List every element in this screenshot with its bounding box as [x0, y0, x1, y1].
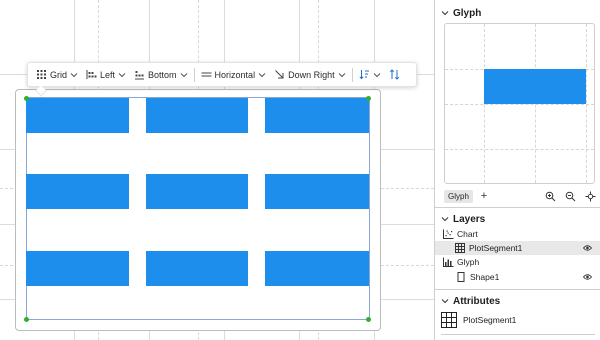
grid-icon: [455, 243, 465, 253]
layers-section-title: Layers: [453, 213, 486, 225]
visibility-eye-icon[interactable]: [583, 273, 592, 281]
resize-handle-bottom-left[interactable]: [24, 317, 29, 322]
move-arrows-icon: [585, 191, 595, 201]
orientation-label: Horizontal: [214, 69, 256, 80]
resize-handle-top-left[interactable]: [24, 96, 29, 101]
grid-bar[interactable]: [146, 174, 248, 209]
chevron-down-icon: [373, 72, 380, 77]
add-glyph-button[interactable]: +: [477, 189, 491, 203]
chevron-down-icon: [441, 11, 449, 16]
grid-bar[interactable]: [265, 98, 369, 133]
chevron-down-icon: [258, 72, 266, 77]
direction-label: Down Right: [288, 69, 335, 80]
chevron-down-icon: [70, 72, 78, 77]
align-bottom-icon: [135, 71, 145, 80]
v-align-label: Bottom: [148, 69, 177, 80]
horizontal-align-dropdown[interactable]: Left: [82, 64, 130, 85]
attributes-section-header[interactable]: Attributes: [435, 292, 500, 310]
reverse-order-button[interactable]: [385, 64, 404, 85]
grid-bar[interactable]: [146, 251, 248, 286]
toolbar-separator: [351, 67, 353, 82]
glyph-tab[interactable]: Glyph: [444, 189, 473, 203]
attributes-section-title: Attributes: [453, 295, 501, 307]
layer-label: Chart: [457, 229, 478, 239]
zoom-in-icon: [545, 191, 555, 201]
chevron-down-icon: [118, 72, 126, 77]
orientation-dropdown[interactable]: Horizontal: [197, 64, 271, 85]
attributes-target: PlotSegment1: [441, 312, 516, 328]
grid-layout-icon: [37, 70, 46, 79]
zoom-out-button[interactable]: [563, 189, 577, 203]
scatter-chart-icon: [443, 229, 454, 239]
glyph-section-title: Glyph: [453, 7, 482, 19]
glyph-toolbar: Glyph +: [444, 188, 597, 204]
chevron-down-icon: [441, 299, 449, 304]
align-left-icon: [86, 70, 97, 79]
layer-label: Shape1: [470, 272, 500, 282]
glyph-guide: [445, 149, 594, 150]
zoom-in-button[interactable]: [543, 189, 557, 203]
vertical-align-dropdown[interactable]: Bottom: [130, 64, 192, 85]
glyph-icon: [443, 257, 454, 267]
attributes-search-stub[interactable]: [441, 334, 595, 340]
layer-label: Glyph: [457, 257, 480, 267]
visibility-eye-icon[interactable]: [583, 244, 592, 252]
chevron-down-icon: [441, 217, 449, 222]
grid-bar[interactable]: [146, 98, 248, 133]
layout-label: Grid: [50, 69, 68, 80]
layers-section-header[interactable]: Layers: [435, 210, 485, 228]
resize-handle-top-right[interactable]: [366, 96, 371, 101]
zoom-out-icon: [565, 191, 575, 201]
glyph-guide: [445, 104, 594, 105]
glyph-section-header[interactable]: Glyph: [435, 4, 481, 22]
fit-view-button[interactable]: [583, 189, 597, 203]
resize-handle-bottom-right[interactable]: [366, 317, 371, 322]
sort-icon: [359, 70, 369, 80]
sort-dropdown[interactable]: [355, 64, 385, 85]
grid-bar[interactable]: [26, 174, 129, 209]
plot-segment-toolbar: Grid Left Bottom Horizontal Down Right: [27, 62, 417, 97]
layer-item-shape1[interactable]: Shape1: [435, 270, 600, 284]
toolbar-separator: [193, 67, 195, 82]
layer-item-chart[interactable]: Chart: [435, 227, 600, 241]
grid-icon: [441, 312, 457, 328]
attributes-selected-label: PlotSegment1: [463, 315, 517, 325]
rectangle-icon: [457, 272, 465, 282]
side-panel: Glyph Glyph + Layers Chart PlotSegment1 …: [434, 0, 600, 340]
glyph-editor-canvas[interactable]: [444, 23, 595, 184]
grid-bar[interactable]: [265, 251, 369, 286]
arrow-down-right-icon: [275, 70, 284, 79]
grid-bar[interactable]: [265, 174, 369, 209]
h-align-label: Left: [100, 69, 116, 80]
layer-item-plotsegment1[interactable]: PlotSegment1: [435, 241, 600, 255]
chart-canvas[interactable]: Grid Left Bottom Horizontal Down Right: [0, 0, 434, 340]
grid-bar[interactable]: [26, 98, 129, 133]
layout-dropdown[interactable]: Grid: [32, 64, 82, 85]
grid-bar[interactable]: [26, 251, 129, 286]
chevron-down-icon: [180, 72, 187, 77]
chevron-down-icon: [338, 72, 345, 77]
section-divider: [435, 207, 600, 208]
glyph-shape[interactable]: [484, 69, 586, 104]
horizontal-lines-icon: [201, 72, 212, 77]
direction-dropdown[interactable]: Down Right: [270, 64, 350, 85]
swap-vertical-icon: [389, 69, 399, 80]
section-divider: [435, 289, 600, 290]
layer-label: PlotSegment1: [469, 243, 523, 253]
layer-item-glyph[interactable]: Glyph: [435, 255, 600, 269]
